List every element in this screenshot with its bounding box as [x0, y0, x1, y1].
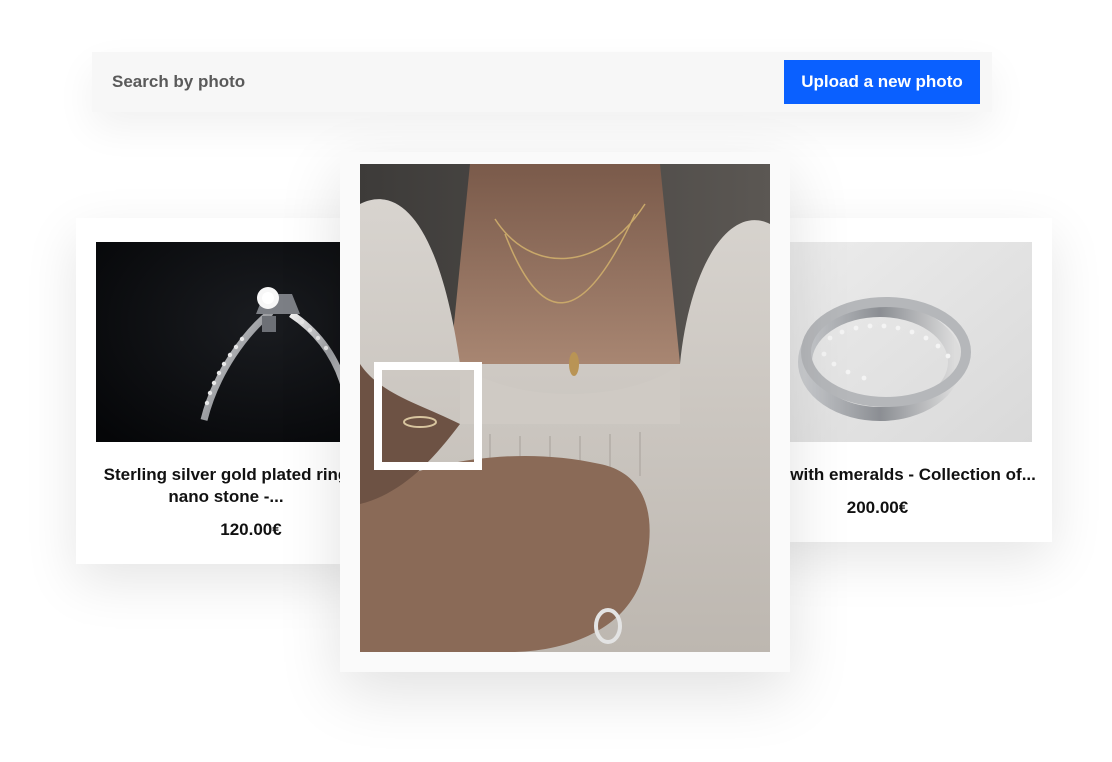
selection-crop-box[interactable] — [374, 362, 482, 470]
search-by-photo-label: Search by photo — [112, 72, 246, 91]
visual-search-stage: Search by photo Upload a new photo Sterl… — [0, 0, 1112, 762]
product-price-right: 200.00€ — [846, 498, 909, 517]
upload-photo-button[interactable]: Upload a new photo — [784, 60, 980, 104]
product-image-ring-solitaire[interactable] — [96, 242, 376, 442]
product-title-left-line2: nano stone -... — [168, 487, 284, 506]
product-title-left-line1: Sterling silver gold plated ring — [103, 465, 349, 484]
product-image-ring-pave[interactable] — [790, 242, 1032, 442]
product-card-right[interactable]: y with emeralds - Collection of... 200.0… — [760, 218, 1052, 542]
product-title-right[interactable]: y with emeralds - Collection of... — [760, 464, 1052, 486]
ring-pave-image — [790, 242, 1032, 442]
search-bar: Search by photo Upload a new photo — [92, 52, 992, 112]
uploaded-photo-card — [340, 152, 790, 672]
product-card-left[interactable]: Sterling silver gold plated ring nano st… — [76, 218, 376, 564]
ring-solitaire-image — [96, 242, 376, 442]
product-title-left[interactable]: Sterling silver gold plated ring nano st… — [76, 464, 376, 508]
